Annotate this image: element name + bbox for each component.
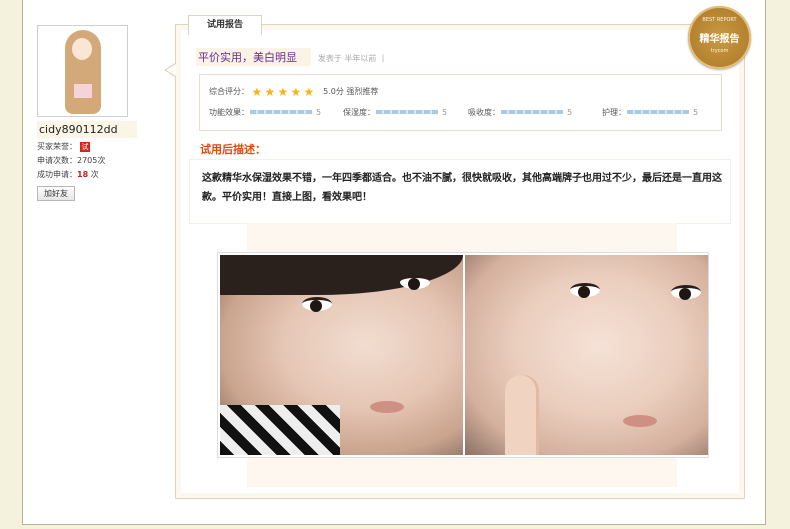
description-text: 这款精华水保湿效果不错，一年四季都适合。也不油不腻，很快就吸收，其他高端牌子也用… [202,173,722,203]
metric-value: 5 [693,108,699,117]
success-value: 18 [77,170,89,179]
photo-eye [302,297,332,312]
photo-hair [220,255,463,295]
pointer-arrow-icon [164,63,176,77]
metric-label: 保湿度： [343,108,375,117]
review-photo-2[interactable] [465,255,708,455]
apply-count-value: 2705次 [77,156,106,165]
star-icon: ★ [264,85,276,99]
avatar-face [72,38,92,60]
metric-value: 5 [567,108,573,117]
star-icon: ★ [277,85,289,99]
metric-value: 5 [442,108,448,117]
photo-mouth [623,415,657,427]
trial-badge-icon: 试 [80,141,90,152]
report-title-row: 平价实用，美白明显 发表于 半年以前 丨 [196,48,387,66]
review-photo-1[interactable] [220,255,463,455]
username[interactable]: cidy890112dd [37,121,137,138]
avatar[interactable] [37,25,128,117]
seal-main-text: 精华报告 [699,34,740,45]
success-count-row: 成功申请：18 次 [37,169,142,180]
seal-bottom-text: trycom [710,48,729,54]
photo-eye [570,283,600,298]
report-title[interactable]: 平价实用，美白明显 [196,48,311,66]
photo-finger [505,375,539,455]
description-box: 这款精华水保湿效果不错，一年四季都适合。也不油不腻，很快就吸收，其他高端牌子也用… [190,160,730,223]
rating-bar [376,110,438,114]
rating-bar [627,110,689,114]
star-icon: ★ [251,85,263,99]
star-icon: ★ [290,85,302,99]
star-icon: ★ [303,85,315,99]
apply-count-row: 申请次数：2705次 [37,155,142,166]
user-card: cidy890112dd 买家荣誉：试 申请次数：2705次 成功申请：18 次… [37,25,142,201]
photo-eye [400,275,430,290]
success-unit: 次 [90,170,99,179]
apply-count-label: 申请次数： [37,156,77,165]
overall-label: 综合评分： [209,87,249,96]
overall-score-row: 综合评分： ★ ★ ★ ★ ★ 5.0分 强烈推荐 [209,86,378,98]
success-label: 成功申请： [37,170,77,179]
seal-top-text: BEST REPORT [702,17,737,23]
tab-trial-report[interactable]: 试用报告 [188,15,262,35]
photo-mouth [370,401,404,413]
honor-row: 买家荣誉：试 [37,141,142,152]
metric-absorption: 吸收度： 5 [468,107,572,118]
metric-value: 5 [316,108,322,117]
description-heading: 试用后描述： [200,143,266,156]
score-box: 综合评分： ★ ★ ★ ★ ★ 5.0分 强烈推荐 功能效果： 5 保湿度： 5 吸收度： 5… [199,74,722,131]
photo-frame[interactable] [217,252,709,458]
best-report-seal-icon: BEST REPORT 精华报告 trycom [688,6,751,69]
metric-care: 护理： 5 [602,107,698,118]
metric-label: 吸收度： [468,108,500,117]
report-meta: 发表于 半年以前 丨 [317,54,387,63]
metric-label: 功能效果： [209,108,249,117]
metric-label: 护理： [602,108,626,117]
metric-function: 功能效果： 5 [209,107,321,118]
metric-moisture: 保湿度： 5 [343,107,447,118]
honor-label: 买家荣誉： [37,142,77,151]
avatar-body [74,84,92,98]
photo-clothing [220,405,340,455]
overall-score: 5.0分 强烈推荐 [323,87,379,96]
rating-bar [501,110,563,114]
metric-row: 功能效果： 5 保湿度： 5 吸收度： 5 护理： 5 [209,107,709,119]
rating-bar [250,110,312,114]
photo-eye [671,285,701,300]
add-friend-button[interactable]: 加好友 [37,186,75,201]
